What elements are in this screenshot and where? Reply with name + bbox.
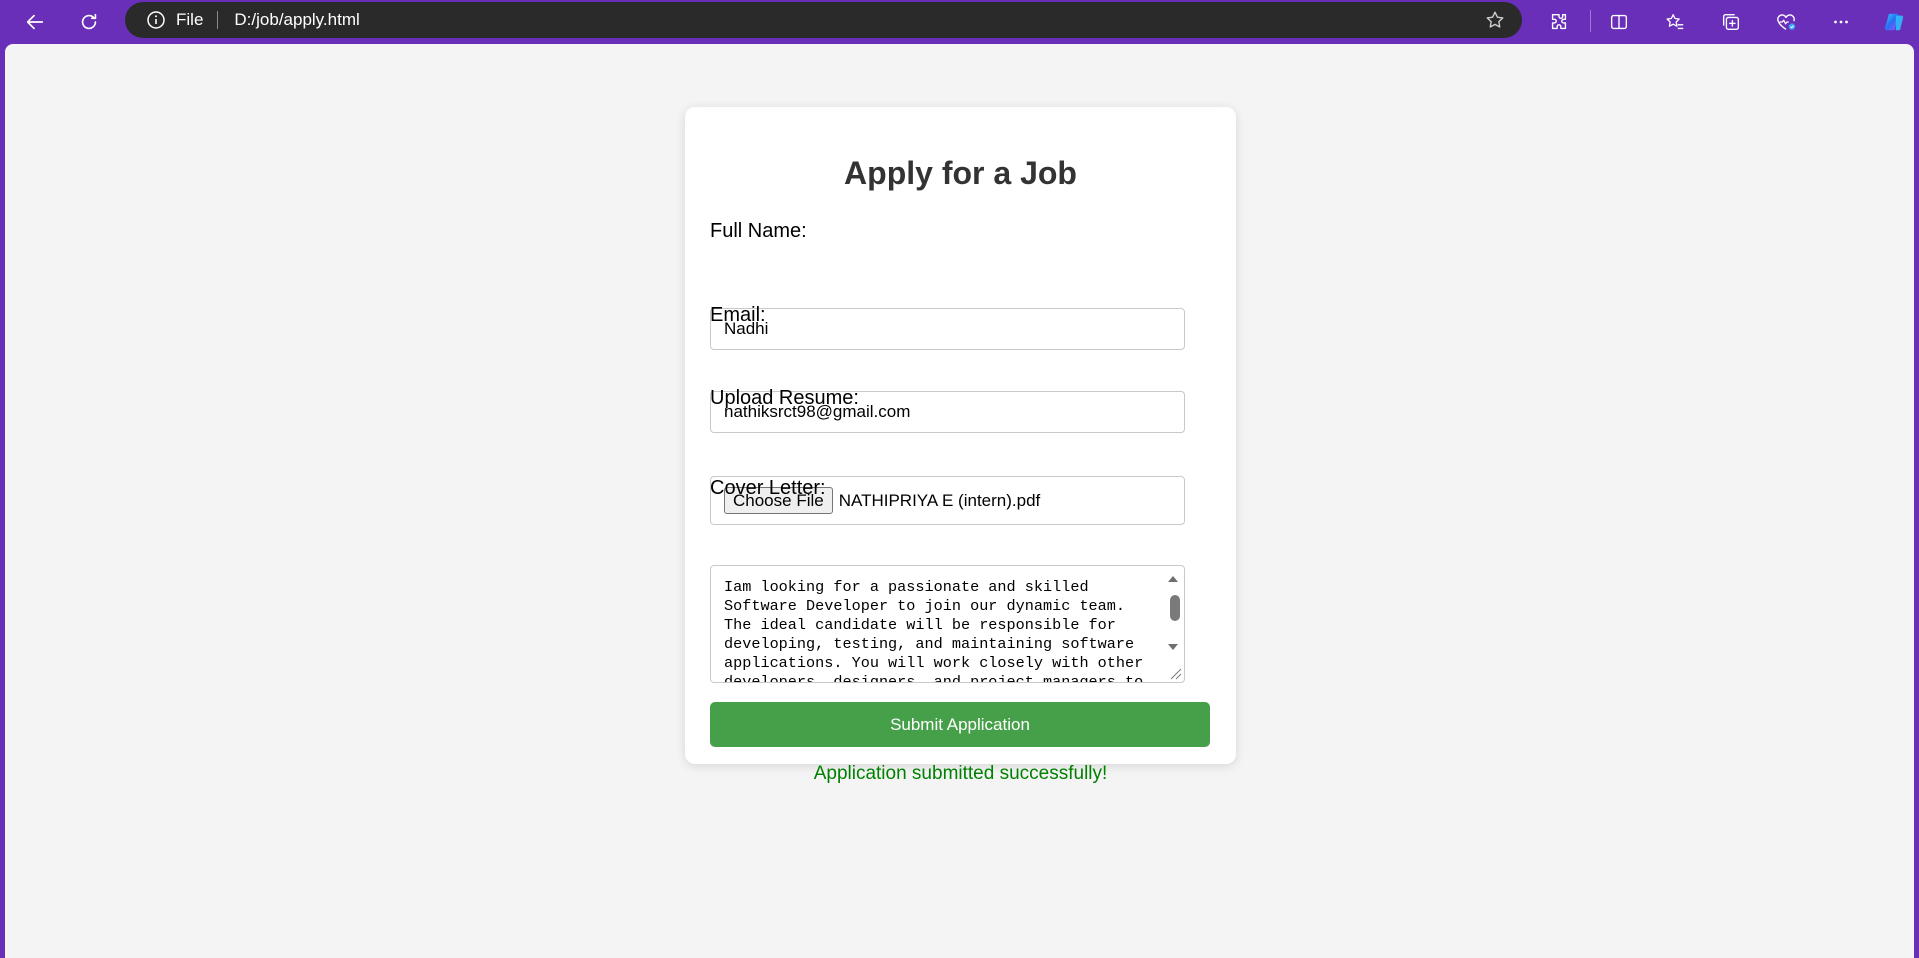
collections-button[interactable]	[1713, 4, 1749, 40]
scroll-down-arrow-icon[interactable]	[1166, 640, 1180, 654]
back-arrow-icon	[26, 14, 44, 30]
puzzle-icon	[1551, 13, 1567, 30]
page-viewport: Apply for a Job Full Name: Nadhi Email: …	[5, 44, 1914, 958]
favorites-button[interactable]	[1657, 4, 1693, 40]
full-name-label: Full Name:	[710, 220, 807, 242]
back-button[interactable]	[17, 4, 53, 40]
toolbar-divider	[1590, 10, 1591, 32]
selected-file-name: NATHIPRIYA E (intern).pdf	[838, 490, 1041, 510]
submit-application-button[interactable]: Submit Application	[710, 702, 1210, 747]
cover-letter-label: Cover Letter:	[710, 477, 826, 499]
email-label: Email:	[710, 304, 766, 326]
copilot-icon	[1884, 13, 1904, 31]
favorite-star-icon[interactable]	[1484, 9, 1506, 31]
browser-essentials-button[interactable]	[1768, 4, 1804, 40]
extensions-button[interactable]	[1541, 4, 1577, 40]
scroll-up-arrow-icon[interactable]	[1166, 572, 1180, 586]
split-screen-button[interactable]	[1601, 4, 1637, 40]
split-screen-icon	[1610, 14, 1628, 30]
copilot-button[interactable]	[1876, 4, 1912, 40]
heart-pulse-icon	[1777, 14, 1796, 30]
browser-toolbar: File D:/job/apply.html	[0, 0, 1919, 44]
refresh-icon	[81, 13, 97, 30]
address-url[interactable]: D:/job/apply.html	[234, 10, 359, 30]
address-scheme: File	[176, 10, 204, 29]
form-title: Apply for a Job	[844, 155, 1077, 191]
application-form-card: Apply for a Job Full Name: Nadhi Email: …	[685, 107, 1236, 784]
more-options-button[interactable]	[1823, 4, 1859, 40]
cover-letter-text: Iam looking for a passionate and skilled…	[724, 578, 1153, 683]
resume-label: Upload Resume:	[710, 387, 859, 409]
address-separator	[217, 11, 219, 29]
refresh-button[interactable]	[71, 4, 107, 40]
collections-icon	[1722, 13, 1740, 31]
cover-letter-textarea[interactable]: Iam looking for a passionate and skilled…	[710, 565, 1185, 683]
success-message: Application submitted successfully!	[813, 763, 1108, 784]
resize-handle-icon[interactable]	[1168, 666, 1182, 680]
address-bar[interactable]: File D:/job/apply.html	[125, 2, 1522, 38]
scrollbar-thumb[interactable]	[1170, 595, 1180, 621]
ellipsis-icon	[1834, 20, 1848, 24]
favorites-list-icon	[1666, 14, 1684, 30]
info-icon[interactable]	[146, 10, 166, 30]
full-name-input[interactable]: Nadhi	[710, 308, 1185, 350]
